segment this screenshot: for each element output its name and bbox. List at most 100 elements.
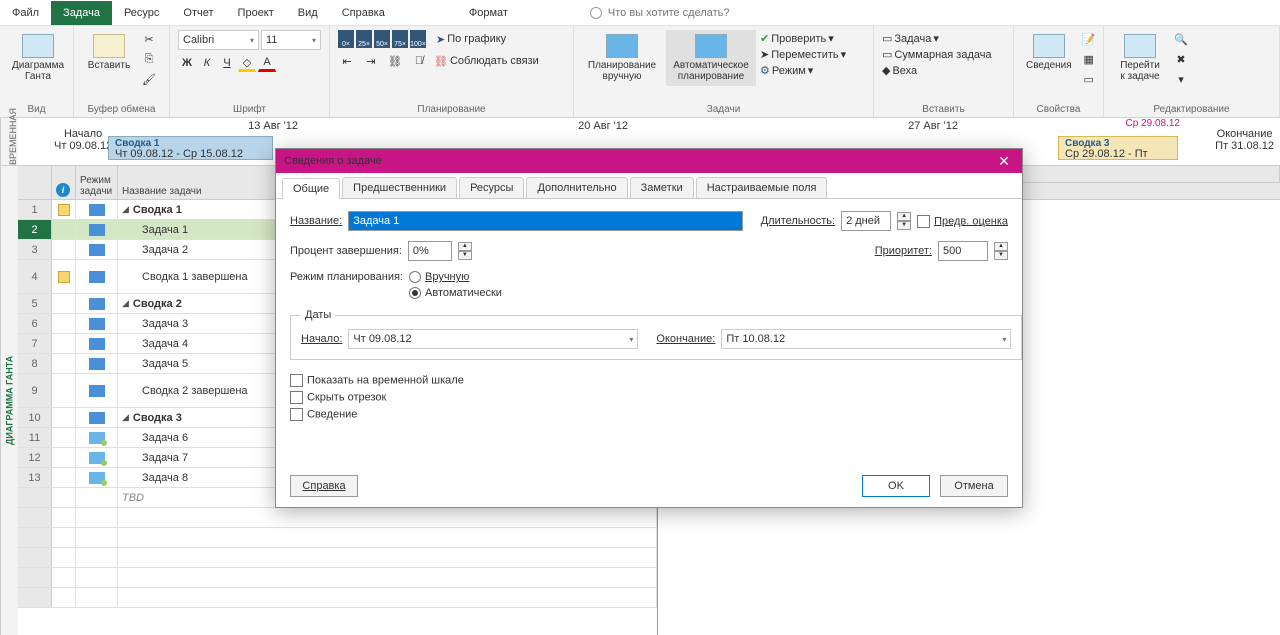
cut-button[interactable]: ✂ — [140, 30, 158, 48]
percent-input[interactable] — [408, 241, 452, 261]
fill-button[interactable]: ▾ — [1172, 70, 1190, 88]
unlink-button[interactable]: ⛓̸ — [410, 52, 428, 70]
row-mode[interactable] — [76, 334, 118, 353]
underline-button[interactable]: Ч — [218, 54, 236, 72]
insert-milestone-button[interactable]: ◆Веха — [882, 64, 1005, 77]
table-row[interactable] — [18, 528, 657, 548]
insert-summary-button[interactable]: ▭Суммарная задача — [882, 48, 1005, 61]
tab-predecessors[interactable]: Предшественники — [342, 177, 457, 198]
on-track-button[interactable]: ➤По графику — [436, 33, 506, 46]
mode-button[interactable]: ⚙Режим▾ — [760, 64, 846, 77]
row-mode[interactable] — [76, 314, 118, 333]
col-info[interactable]: i — [52, 166, 76, 199]
row-number[interactable]: 10 — [18, 408, 52, 427]
tab-notes[interactable]: Заметки — [630, 177, 694, 198]
row-number[interactable]: 13 — [18, 468, 52, 487]
estimated-checkbox[interactable]: Предв. оценка — [917, 215, 1008, 228]
row-number[interactable]: 1 — [18, 200, 52, 219]
row-number[interactable]: 2 — [18, 220, 52, 239]
row-mode[interactable] — [76, 374, 118, 407]
details-button[interactable]: ▦ — [1080, 50, 1098, 68]
start-date-combo[interactable]: Чт 09.08.12▾ — [348, 329, 638, 349]
table-row[interactable] — [18, 548, 657, 568]
tab-custom-fields[interactable]: Настраиваемые поля — [696, 177, 828, 198]
show-on-timeline-checkbox[interactable]: Показать на временной шкале — [290, 374, 1008, 387]
row-mode[interactable] — [76, 428, 118, 447]
row-number[interactable]: 6 — [18, 314, 52, 333]
hide-bar-checkbox[interactable]: Скрыть отрезок — [290, 391, 1008, 404]
table-row[interactable] — [18, 588, 657, 608]
menu-format[interactable]: Формат — [457, 1, 520, 25]
timeline-bar-1[interactable]: Сводка 1Чт 09.08.12 - Ср 15.08.12 — [108, 136, 273, 160]
row-number[interactable]: 11 — [18, 428, 52, 447]
manual-schedule-button[interactable]: Планирование вручную — [582, 30, 662, 86]
row-number[interactable]: 8 — [18, 354, 52, 373]
link-button[interactable]: ⛓ — [386, 52, 404, 70]
row-number[interactable]: 7 — [18, 334, 52, 353]
row-mode[interactable] — [76, 200, 118, 219]
row-number[interactable]: 12 — [18, 448, 52, 467]
scroll-to-task-button[interactable]: Перейти к задаче — [1112, 30, 1168, 86]
row-mode[interactable] — [76, 260, 118, 293]
fill-color-button[interactable]: ◇ — [238, 54, 256, 72]
clear-button[interactable]: ✖ — [1172, 50, 1190, 68]
information-button[interactable]: Сведения — [1022, 30, 1076, 75]
priority-spinner[interactable]: ▲▼ — [994, 242, 1008, 260]
menu-view[interactable]: Вид — [286, 1, 330, 25]
row-mode[interactable] — [76, 408, 118, 427]
priority-input[interactable] — [938, 241, 988, 261]
italic-button[interactable]: К — [198, 54, 216, 72]
table-row[interactable] — [18, 568, 657, 588]
menu-resource[interactable]: Ресурс — [112, 1, 171, 25]
move-button[interactable]: ➤Переместить▾ — [760, 48, 846, 61]
row-number[interactable]: 9 — [18, 374, 52, 407]
duration-input[interactable] — [841, 211, 891, 231]
insert-task-button[interactable]: ▭Задача▾ — [882, 32, 1005, 45]
gantt-chart-button[interactable]: Диаграмма Ганта — [8, 30, 68, 86]
row-number[interactable]: 4 — [18, 260, 52, 293]
timeline-button[interactable]: ▭ — [1080, 70, 1098, 88]
tab-resources[interactable]: Ресурсы — [459, 177, 524, 198]
row-mode[interactable] — [76, 220, 118, 239]
bold-button[interactable]: Ж — [178, 54, 196, 72]
col-mode[interactable]: Режим задачи — [76, 166, 118, 199]
menu-project[interactable]: Проект — [226, 1, 286, 25]
row-mode[interactable] — [76, 354, 118, 373]
indent-button[interactable]: ⇥ — [362, 52, 380, 70]
duration-spinner[interactable]: ▲▼ — [897, 212, 911, 230]
copy-button[interactable]: ⎘ — [140, 50, 158, 68]
table-row[interactable] — [18, 508, 657, 528]
dialog-titlebar[interactable]: Сведения о задаче✕ — [276, 149, 1022, 173]
dialog-close-button[interactable]: ✕ — [994, 151, 1014, 171]
menu-file[interactable]: Файл — [0, 1, 51, 25]
mode-manual-radio[interactable]: Вручную — [409, 271, 502, 283]
tab-general[interactable]: Общие — [282, 178, 340, 199]
percent-spinner[interactable]: ▲▼ — [458, 242, 472, 260]
row-mode[interactable] — [76, 468, 118, 487]
auto-schedule-button[interactable]: Автоматическое планирование — [666, 30, 756, 86]
respect-links-button[interactable]: ⛓Соблюдать связи — [434, 55, 539, 68]
format-painter-button[interactable]: 🖌 — [140, 70, 158, 88]
tell-me[interactable] — [580, 7, 798, 19]
font-size-combo[interactable]: 11▾ — [261, 30, 321, 50]
menu-help[interactable]: Справка — [330, 1, 397, 25]
paste-button[interactable]: Вставить — [82, 30, 136, 75]
mode-auto-radio[interactable]: Автоматически — [409, 287, 502, 299]
row-number[interactable]: 5 — [18, 294, 52, 313]
finish-date-combo[interactable]: Пт 10.08.12▾ — [721, 329, 1011, 349]
font-color-button[interactable]: A — [258, 54, 276, 72]
tab-advanced[interactable]: Дополнительно — [526, 177, 627, 198]
inspect-button[interactable]: ✔Проверить▾ — [760, 32, 846, 45]
row-number[interactable]: 3 — [18, 240, 52, 259]
row-mode[interactable] — [76, 294, 118, 313]
ok-button[interactable]: OK — [862, 475, 930, 497]
rollup-checkbox[interactable]: Сведение — [290, 408, 1008, 421]
notes-button[interactable]: 📝 — [1080, 30, 1098, 48]
tell-me-input[interactable] — [608, 7, 788, 19]
help-button[interactable]: Справка — [290, 475, 358, 497]
task-name-input[interactable] — [348, 211, 742, 231]
find-button[interactable]: 🔍 — [1172, 30, 1190, 48]
font-family-combo[interactable]: Calibri▾ — [178, 30, 259, 50]
cancel-button[interactable]: Отмена — [940, 475, 1008, 497]
row-mode[interactable] — [76, 240, 118, 259]
